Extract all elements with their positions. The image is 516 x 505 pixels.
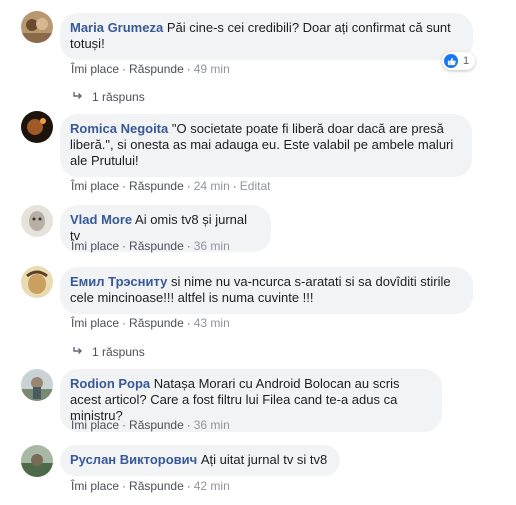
comment-text: Ați uitat jurnal tv si tv8 (200, 452, 328, 467)
edited-label[interactable]: Editat (240, 179, 271, 193)
comment-time[interactable]: 36 min (194, 418, 230, 432)
comment-author[interactable]: Vlad More (70, 212, 132, 227)
comment-time[interactable]: 24 min (194, 179, 230, 193)
comment-actions: Îmi place · Răspunde · 49 min (71, 62, 230, 76)
reply-link[interactable]: Răspunde (129, 239, 184, 253)
comment-actions: Îmi place · Răspunde · 42 min (71, 479, 230, 493)
comment-actions: Îmi place · Răspunde · 24 min · Editat (71, 179, 271, 193)
reaction-count[interactable]: 1 (442, 52, 476, 70)
comment-author[interactable]: Maria Grumeza (70, 20, 163, 35)
comment-time[interactable]: 42 min (194, 479, 230, 493)
reply-link[interactable]: Răspunde (129, 179, 184, 193)
reply-arrow-icon (72, 89, 84, 105)
like-link[interactable]: Îmi place (71, 316, 119, 330)
comment-bubble: Емил Трэсниту si nime nu va-ncurca s-ara… (60, 267, 473, 314)
comment-bubble: Maria Grumeza Păi cine-s cei credibili? … (60, 13, 473, 60)
replies-count: 1 răspuns (92, 345, 145, 359)
like-link[interactable]: Îmi place (71, 179, 119, 193)
comment-author[interactable]: Руслан Викторович (70, 452, 197, 467)
comment-actions: Îmi place · Răspunde · 36 min (71, 239, 230, 253)
comment-time[interactable]: 36 min (194, 239, 230, 253)
replies-count: 1 răspuns (92, 90, 145, 104)
comment-time[interactable]: 43 min (194, 316, 230, 330)
reply-link[interactable]: Răspunde (129, 418, 184, 432)
reply-link[interactable]: Răspunde (129, 316, 184, 330)
comment-bubble: Romica Negoita "O societate poate fi lib… (60, 114, 472, 177)
like-reaction-icon (444, 54, 458, 68)
view-replies[interactable]: 1 răspuns (72, 344, 145, 360)
comment-actions: Îmi place · Răspunde · 36 min (71, 418, 230, 432)
avatar[interactable] (21, 369, 53, 401)
reply-link[interactable]: Răspunde (129, 62, 184, 76)
comment-actions: Îmi place · Răspunde · 43 min (71, 316, 230, 330)
avatar[interactable] (21, 111, 53, 143)
view-replies[interactable]: 1 răspuns (72, 89, 145, 105)
comment-author[interactable]: Емил Трэсниту (70, 274, 167, 289)
like-link[interactable]: Îmi place (71, 239, 119, 253)
comment-time[interactable]: 49 min (194, 62, 230, 76)
like-link[interactable]: Îmi place (71, 62, 119, 76)
avatar[interactable] (21, 205, 53, 237)
comment-author[interactable]: Romica Negoita (70, 121, 168, 136)
reply-link[interactable]: Răspunde (129, 479, 184, 493)
comment-author[interactable]: Rodion Popa (70, 376, 150, 391)
avatar[interactable] (21, 11, 53, 43)
reply-arrow-icon (72, 344, 84, 360)
reaction-number: 1 (463, 55, 470, 67)
avatar[interactable] (21, 266, 53, 298)
avatar[interactable] (21, 445, 53, 477)
like-link[interactable]: Îmi place (71, 418, 119, 432)
like-link[interactable]: Îmi place (71, 479, 119, 493)
comment-bubble: Руслан Викторович Ați uitat jurnal tv si… (60, 445, 340, 476)
